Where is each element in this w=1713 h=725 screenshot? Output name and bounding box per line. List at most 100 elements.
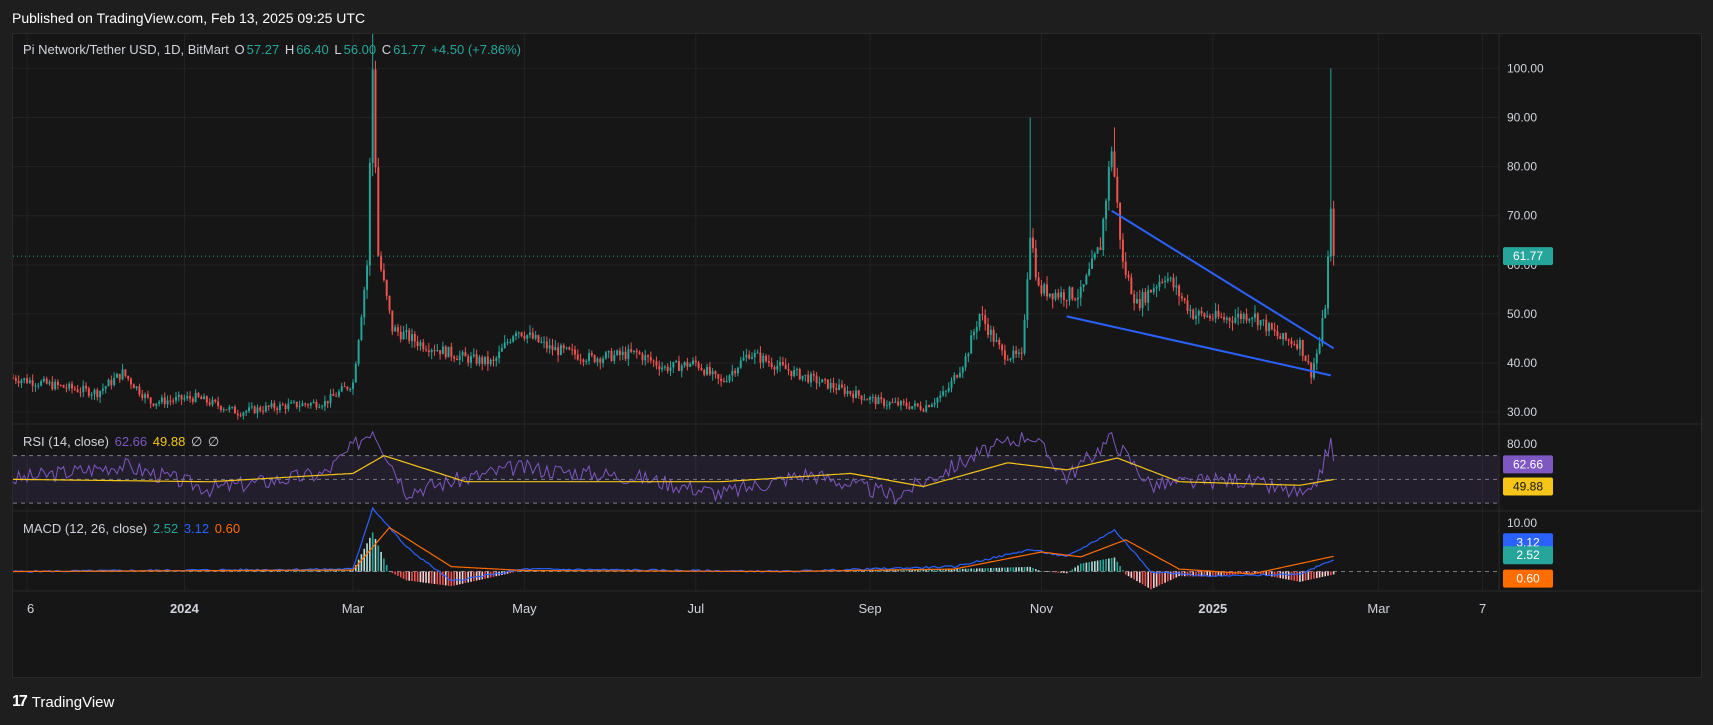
candle-body [1315,353,1318,364]
candle-body [225,409,228,411]
price-tick-label: 40.00 [1507,356,1537,370]
candle-body [1321,318,1324,344]
candle-body [183,398,186,400]
candle-body [596,358,599,363]
rsi-title[interactable]: RSI (14, close) [23,434,109,449]
candle-body [1183,298,1186,301]
candle-body [647,355,650,357]
candle-body [1071,287,1074,299]
candle-body [607,350,610,353]
macd-histogram-bar [1150,571,1152,590]
wedge-upper-trendline[interactable] [1111,209,1335,350]
chart-panel[interactable]: 6 2024 Mar May Jul Sep Nov 2025 Mar 7 30.00 40.00 50… [12,33,1703,679]
macd-histogram-bar [1043,571,1046,572]
macd-histogram-bar [992,567,995,572]
candle-body [790,370,793,377]
candle-body [860,395,863,400]
candle-body [1217,310,1220,317]
candle-body [784,364,787,370]
macd-histogram-bar [456,571,458,585]
macd-histogram-bar [1085,562,1088,572]
signal-value: 0.60 [214,521,241,536]
macd-histogram-bar [1110,557,1113,572]
candle-body [891,402,894,404]
candle-body [113,377,116,386]
candle-body [770,362,773,368]
candle-body [849,391,852,394]
candle-body [885,405,888,407]
candle-body [155,403,158,406]
candle-body [995,340,998,342]
candle-body [588,352,591,362]
candle-body [307,404,310,406]
candle-body [1298,339,1301,349]
candle-body [1037,277,1040,286]
candle-body [812,373,815,376]
macd-histogram-bar [1096,560,1099,572]
price-tick-label: 70.00 [1507,209,1537,223]
candle-body [301,403,304,407]
candle-body [396,327,399,332]
candle-body [1110,151,1113,168]
candle-body [866,399,869,401]
macd-histogram-bar [326,570,329,572]
candle-body [486,356,489,365]
candle-body [739,360,742,368]
candle-body [1248,319,1251,321]
macd-line [13,506,1334,582]
candle-body [1054,292,1057,300]
candle-body [1268,323,1271,332]
candle-body [992,329,995,342]
candle-body [20,380,23,384]
candle-body [1020,352,1023,354]
time-tick-label: Mar [1367,601,1390,616]
candle-body [1175,285,1178,288]
candle-body [470,356,472,363]
candle-body [1147,289,1150,303]
candle-body [13,377,14,379]
candle-body [1169,277,1172,279]
candle-body [284,405,287,410]
candle-body [1209,315,1211,319]
symbol-title[interactable]: Pi Network/Tether USD, 1D, BitMart [23,42,229,57]
macd-title[interactable]: MACD (12, 26, close) [23,521,147,536]
candle-body [1253,313,1256,318]
tradingview-logo[interactable]: 17 TradingView [12,693,114,711]
candle-body [557,347,560,356]
candle-body [824,379,827,381]
candle-body [1245,314,1248,321]
macd-histogram-bar [1071,569,1074,572]
candle-body [495,358,498,361]
candle-body [194,392,197,402]
candle-body [509,341,512,343]
candle-body [478,357,481,364]
candle-body [87,388,90,396]
candle-body [312,401,315,404]
candle-body [899,401,902,406]
candle-body [31,380,34,386]
candle-body [354,363,357,383]
candle-body [655,361,658,366]
macd-histogram-bar [1040,571,1043,572]
candle-body [894,401,897,403]
candle-body [242,412,245,416]
candle-body [531,332,534,339]
candle-body [624,351,627,360]
macd-histogram-bar [1273,571,1276,578]
chart-canvas[interactable]: 6 2024 Mar May Jul Sep Nov 2025 Mar 7 30.00 40.00 50… [13,34,1703,679]
candle-body [239,415,242,417]
candle-body [1152,288,1155,293]
candle-body [706,366,709,375]
candle-body [503,342,506,348]
candle-body [138,386,141,395]
macd-histogram-bar [1175,571,1178,578]
candle-body [630,349,633,352]
macd-histogram-bar [1251,571,1253,573]
rsi-tick-label: 80.00 [1507,437,1537,451]
candle-body [253,406,256,414]
candle-body [829,383,832,389]
candle-body [773,367,776,370]
candle-body [374,69,377,168]
candle-body [17,380,20,384]
macd-histogram-bar [1015,567,1017,572]
